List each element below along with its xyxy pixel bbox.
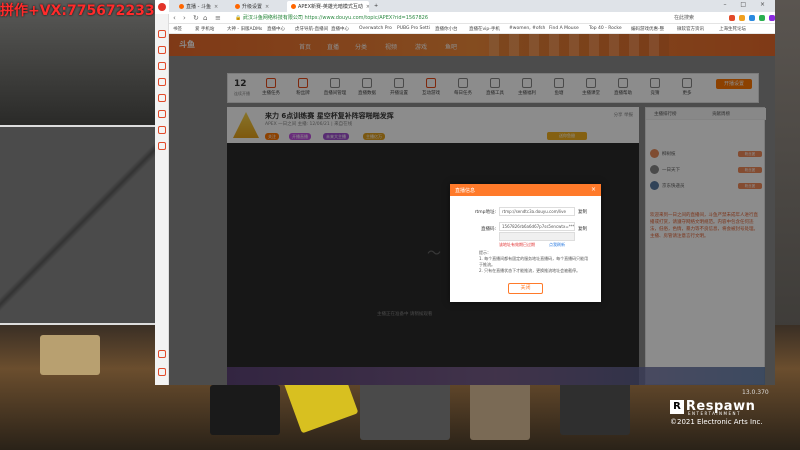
search-input[interactable]: 在此搜索 bbox=[674, 14, 724, 22]
close-tab-icon[interactable]: × bbox=[366, 4, 369, 10]
window-controls[interactable]: – □ × bbox=[723, 1, 771, 8]
collapse-icon[interactable] bbox=[158, 368, 166, 376]
chat-icon[interactable] bbox=[158, 94, 166, 102]
bookmark-item[interactable]: 大神 - 旧版ADMs bbox=[227, 26, 262, 32]
watermark-text: 拼作+VX:775672233 bbox=[0, 3, 155, 19]
rtmp-address-field[interactable]: rtmp://sendtc3a.douyu.com/live bbox=[499, 207, 575, 216]
bookmark-item[interactable]: 直播中心 bbox=[267, 26, 285, 32]
tab-upgrade-settings[interactable]: 升级设置 × bbox=[231, 1, 286, 12]
site-owner: 武汉斗鱼网络科技有限公司 bbox=[242, 15, 303, 21]
close-button[interactable]: 关闭 bbox=[508, 283, 543, 294]
tab-douyu-live[interactable]: 直播 - 斗鱼 × bbox=[175, 1, 230, 12]
video-icon[interactable] bbox=[158, 110, 166, 118]
address-bar[interactable]: 🔒 武汉斗鱼网络科技有限公司 https://www.douyu.com/top… bbox=[235, 14, 565, 22]
bookmark-item[interactable]: 微软官方资讯 bbox=[677, 26, 704, 32]
bookmark-item[interactable]: 爱 手机站 bbox=[195, 26, 214, 32]
bookmark-item[interactable]: Overwatch Pro bbox=[359, 26, 392, 31]
game-version: 13.0.370 bbox=[742, 389, 769, 396]
history-icon[interactable] bbox=[158, 46, 166, 54]
bookmarks-bar: 书签 爱 手机站 大神 - 旧版ADMs 直播中心 虎牙导航-直播间 直播中心 … bbox=[169, 24, 775, 34]
douyu-page: 斗鱼 首页 直播 分类 视频 游戏 鱼吧 12 连续开播 主播任务 粉丝牌 直播… bbox=[169, 34, 775, 385]
extension-icon[interactable] bbox=[749, 15, 755, 21]
bookmark-item[interactable]: Top 40 - Rocke bbox=[589, 26, 622, 31]
navigation-bar: ‹ › ↻ ⌂ ≡ 🔒 武汉斗鱼网络科技有限公司 https://www.dou… bbox=[169, 12, 775, 24]
browser-logo-icon[interactable] bbox=[155, 0, 169, 14]
screen: 拼作+VX:775672233 13.0.370 R Respawn ENTER… bbox=[0, 0, 800, 450]
douyu-favicon-icon bbox=[291, 4, 296, 9]
url-text: https://www.douyu.com/topic/APEX?rid=156… bbox=[304, 15, 429, 21]
home-icon[interactable]: ⌂ bbox=[203, 14, 207, 22]
dialog-title: 直播信息 bbox=[455, 188, 476, 194]
bookmark-item[interactable]: 书签 bbox=[173, 26, 182, 32]
mail-icon[interactable] bbox=[158, 78, 166, 86]
extension-icon[interactable] bbox=[739, 15, 745, 21]
app-icon[interactable] bbox=[158, 142, 166, 150]
menu-icon[interactable]: ≡ bbox=[215, 14, 221, 22]
tips-text: 提示： 1. 每个直播间都有固定的服务地址直播码，每个直播码只能用于推流。 2.… bbox=[479, 250, 589, 273]
close-tab-icon[interactable]: × bbox=[265, 4, 269, 10]
refresh-link[interactable]: 点我刷新 bbox=[549, 242, 565, 248]
new-tab-button[interactable]: + bbox=[370, 1, 380, 12]
bookmark-item[interactable]: 编码游戏优惠-整 bbox=[631, 26, 664, 32]
bookmark-item[interactable]: 上海生死论坛 bbox=[719, 26, 746, 32]
expired-warning: 该地址有效期已过期 bbox=[499, 242, 535, 247]
browser-side-rail bbox=[155, 0, 169, 385]
bookmark-item[interactable]: 直播中心 bbox=[331, 26, 349, 32]
note-icon[interactable] bbox=[158, 126, 166, 134]
bookmark-item[interactable]: 虎牙导航-直播间 bbox=[295, 26, 328, 32]
extension-icon[interactable] bbox=[769, 15, 775, 21]
bookmark-item[interactable]: 直播在vip-手机 bbox=[469, 26, 500, 32]
refresh-icon[interactable]: ↻ bbox=[193, 14, 199, 22]
star-icon[interactable] bbox=[158, 30, 166, 38]
add-icon[interactable] bbox=[158, 350, 166, 358]
copyright-text: ©2021 Electronic Arts Inc. bbox=[670, 418, 763, 426]
webcam-feed-middle bbox=[0, 125, 155, 327]
bookmark-item[interactable]: Find A Mouse bbox=[549, 26, 579, 31]
bookmark-item[interactable]: #women, #ofsh bbox=[509, 26, 545, 31]
rtmp-label: rtmp地址: bbox=[474, 210, 496, 215]
tab-bar: 直播 - 斗鱼 × 升级设置 × APEX新赛-英雄光暗模式互动 × + – □ × bbox=[169, 0, 775, 12]
bookmark-item[interactable]: PUBG Pro Setti bbox=[397, 26, 430, 31]
dialog-header: 直播信息 × bbox=[450, 184, 601, 196]
bookmark-item[interactable]: 直播你小台 bbox=[435, 26, 458, 32]
extension-icon[interactable] bbox=[759, 15, 765, 21]
stream-key-label: 直播码: bbox=[480, 227, 496, 232]
respawn-logo: R Respawn ENTERTAINMENT ©2021 Electronic… bbox=[670, 399, 763, 426]
download-icon[interactable] bbox=[158, 62, 166, 70]
copy-rtmp-button[interactable]: 复制 bbox=[578, 209, 587, 215]
stream-info-dialog: 直播信息 × rtmp地址: rtmp://sendtc3a.douyu.com… bbox=[450, 184, 601, 302]
forward-icon[interactable]: › bbox=[183, 14, 186, 22]
douyu-favicon-icon bbox=[179, 4, 184, 9]
close-tab-icon[interactable]: × bbox=[214, 4, 218, 10]
back-icon[interactable]: ‹ bbox=[173, 14, 176, 22]
respawn-r-icon: R bbox=[670, 399, 684, 414]
lock-icon: 🔒 bbox=[235, 15, 242, 21]
copy-key-button[interactable]: 复制 bbox=[578, 226, 587, 232]
tab-apex-topic[interactable]: APEX新赛-英雄光暗模式互动 × bbox=[287, 1, 369, 12]
extension-icon[interactable] bbox=[729, 15, 735, 21]
douyu-favicon-icon bbox=[235, 4, 240, 9]
close-icon[interactable]: × bbox=[591, 186, 596, 193]
browser-window: 直播 - 斗鱼 × 升级设置 × APEX新赛-英雄光暗模式互动 × + – □ × … bbox=[155, 0, 775, 385]
stream-key-select[interactable] bbox=[499, 232, 575, 241]
stream-key-field[interactable]: 1567826rb6a6d67p7ss5encwtx=*************… bbox=[499, 222, 575, 231]
